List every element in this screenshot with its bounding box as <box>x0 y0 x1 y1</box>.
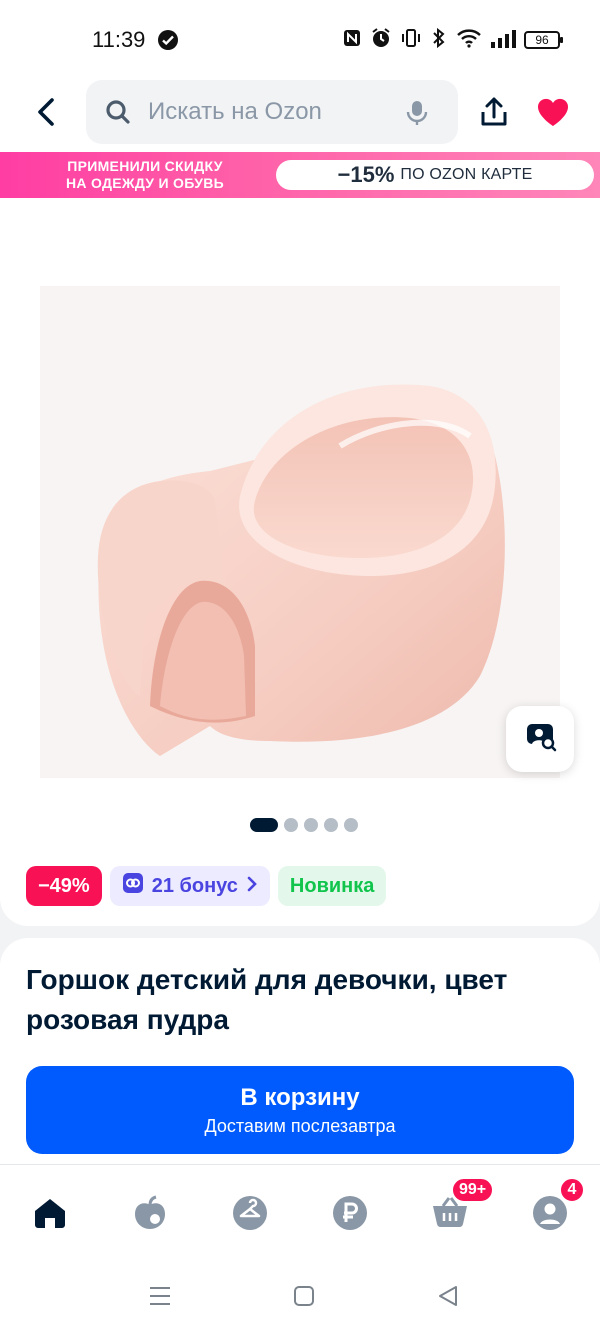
promo-pill: −15% ПО OZON КАРТЕ <box>276 160 594 190</box>
promo-line-2: НА ОДЕЖДУ И ОБУВЬ <box>65 175 225 191</box>
menu-icon <box>148 1284 172 1313</box>
bottom-nav: 99+ 4 <box>0 1164 600 1264</box>
home-icon <box>32 1196 68 1235</box>
bluetooth-icon <box>430 27 448 54</box>
hanger-icon <box>232 1195 268 1236</box>
promo-line-1: ПРИМЕНИЛИ СКИДКУ <box>67 158 223 174</box>
image-search-button[interactable] <box>506 706 574 772</box>
system-back-button[interactable] <box>436 1284 460 1313</box>
profile-icon <box>532 1195 568 1236</box>
header <box>0 80 600 152</box>
nav-finance[interactable] <box>325 1191 375 1239</box>
nfc-icon <box>342 28 362 53</box>
search-icon <box>104 98 132 126</box>
check-circle-icon <box>158 30 178 50</box>
system-home-button[interactable] <box>292 1284 316 1313</box>
signal-icon <box>490 28 516 53</box>
product-title: Горшок детский для девочки, цвет розовая… <box>26 964 508 1035</box>
status-icons: 96 <box>342 26 563 54</box>
wifi-icon <box>456 27 482 54</box>
nav-cart[interactable]: 99+ <box>425 1177 495 1239</box>
alarm-icon <box>370 27 392 54</box>
product-badges: −49% 21 бонус Новинка <box>26 866 387 906</box>
carousel-dot[interactable] <box>324 818 338 832</box>
product-card: −49% 21 бонус Новинка <box>0 198 600 926</box>
promo-text: ПРИМЕНИЛИ СКИДКУ НА ОДЕЖДУ И ОБУВЬ <box>30 158 260 192</box>
nav-profile[interactable]: 4 <box>525 1177 585 1239</box>
square-icon <box>292 1284 316 1313</box>
search-box[interactable] <box>86 80 458 144</box>
nav-clothes[interactable] <box>225 1191 275 1239</box>
triangle-back-icon <box>436 1284 460 1313</box>
system-menu-button[interactable] <box>148 1284 172 1313</box>
status-bar: 11:39 96 <box>0 0 600 80</box>
new-badge: Новинка <box>277 866 387 906</box>
carousel-dot[interactable] <box>304 818 318 832</box>
vibrate-icon <box>400 27 422 54</box>
favorite-button[interactable] <box>534 94 572 134</box>
add-to-cart-button[interactable]: В корзину Доставим послезавтра <box>26 1066 574 1154</box>
share-icon <box>479 96 509 133</box>
promo-banner[interactable]: ПРИМЕНИЛИ СКИДКУ НА ОДЕЖДУ И ОБУВЬ −15% … <box>0 152 600 198</box>
promo-discount: −15% <box>337 162 395 187</box>
cart-badge: 99+ <box>451 1177 495 1203</box>
carousel-dot[interactable] <box>284 818 298 832</box>
delivery-label: Доставим послезавтра <box>204 1115 396 1136</box>
system-nav-bar <box>0 1264 600 1332</box>
discount-badge: −49% <box>26 866 102 906</box>
microphone-icon[interactable] <box>406 100 428 126</box>
carousel-dot-active[interactable] <box>250 818 278 832</box>
carousel-dot[interactable] <box>344 818 358 832</box>
image-carousel-dots <box>250 818 358 832</box>
image-search-icon <box>523 721 557 758</box>
fresh-icon <box>133 1195 167 1236</box>
promo-card-text: ПО OZON КАРТЕ <box>400 166 533 183</box>
chevron-right-icon <box>246 875 258 898</box>
nav-fresh[interactable] <box>125 1191 175 1239</box>
potty-illustration <box>40 286 560 778</box>
search-input[interactable] <box>148 92 378 132</box>
bonus-label: 21 бонус <box>151 874 238 897</box>
ruble-icon <box>332 1195 368 1236</box>
title-card: Горшок детский для девочки, цвет розовая… <box>0 938 600 1164</box>
bonus-badge[interactable]: 21 бонус <box>109 866 270 906</box>
add-to-cart-label: В корзину <box>240 1083 360 1111</box>
share-button[interactable] <box>476 94 512 134</box>
bonus-icon <box>122 872 144 900</box>
status-time: 11:39 <box>92 27 146 52</box>
nav-home[interactable] <box>25 1191 75 1239</box>
profile-badge: 4 <box>559 1177 585 1203</box>
back-button[interactable] <box>28 96 64 132</box>
arrow-left-icon <box>34 97 58 132</box>
battery-icon: 96 <box>524 31 563 49</box>
product-image[interactable] <box>40 286 560 778</box>
heart-icon <box>536 97 570 132</box>
